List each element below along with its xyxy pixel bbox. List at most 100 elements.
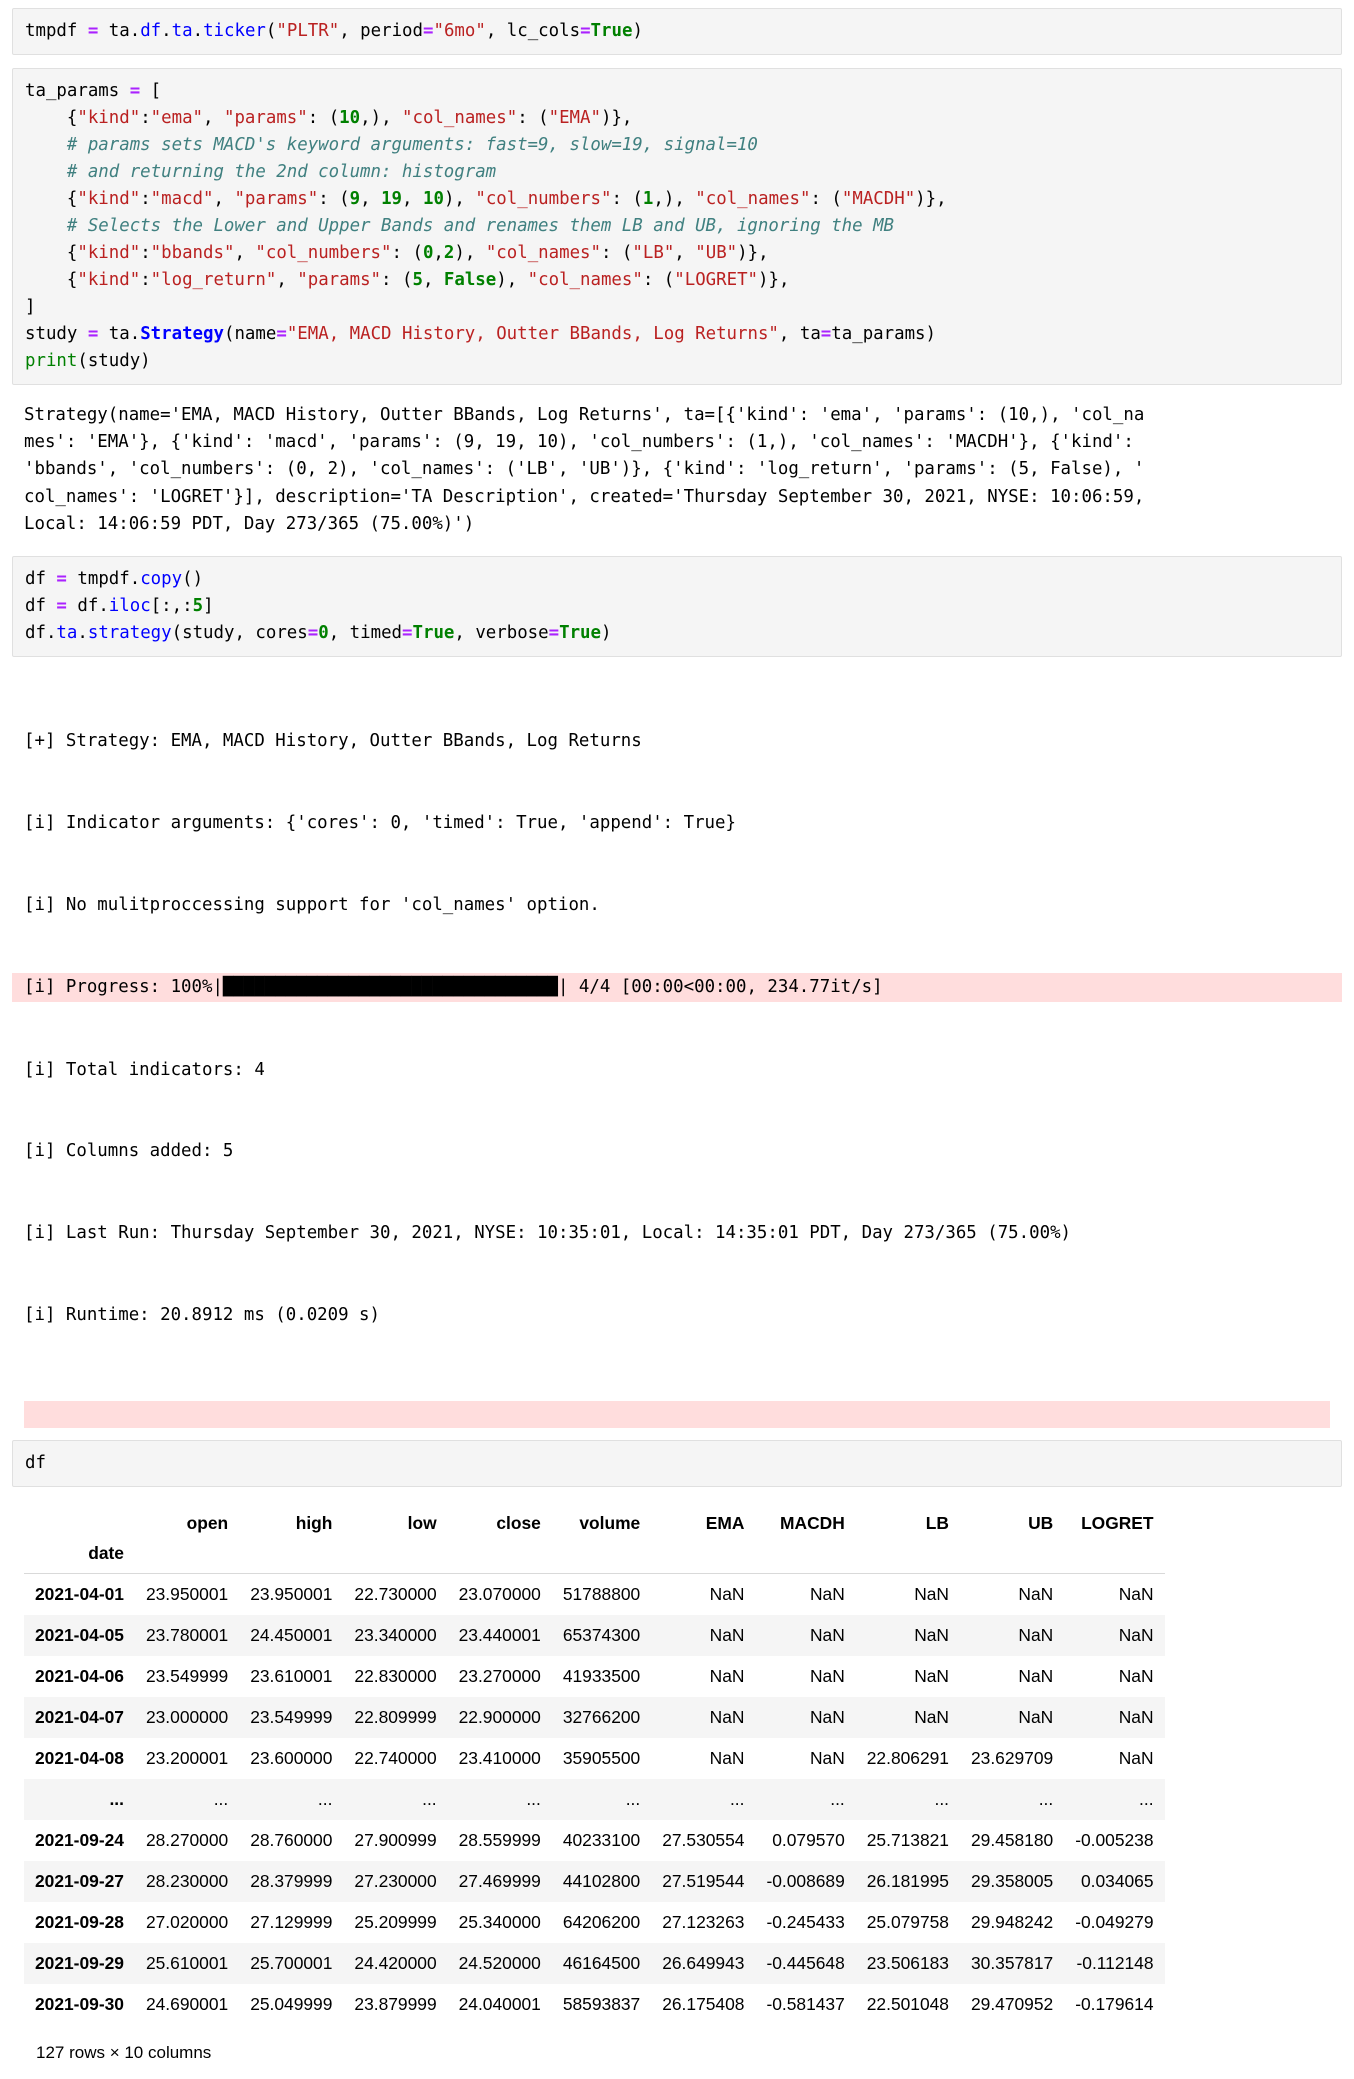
code-token: 0 xyxy=(422,243,434,263)
dataframe-cell: 23.070000 xyxy=(458,1584,541,1605)
code-token: ticker xyxy=(203,21,266,41)
code-token: df xyxy=(25,1453,46,1474)
dataframe-index-name-spacer xyxy=(134,1541,240,1575)
code-token: "LOGRET" xyxy=(674,270,759,290)
dataframe-cell: 27.469999 xyxy=(458,1871,541,1892)
dataframe-cell: 41933500 xyxy=(562,1666,641,1687)
code-token: , ta xyxy=(778,324,821,344)
code-cell-run-strategy[interactable]: df = tmpdf.copy() df = df.iloc[:,:5] df.ta… xyxy=(12,556,1342,658)
code-token: : ( xyxy=(611,189,643,209)
dataframe-cell: NaN xyxy=(1118,1666,1154,1687)
code-token: 9 xyxy=(349,189,361,209)
dataframe-cell: 29.458180 xyxy=(970,1830,1054,1851)
dataframe-table: open high low close volume EMA MACDH LB UB LOGRET… xyxy=(24,1506,1165,2026)
dataframe-cell: 23.440001 xyxy=(458,1625,541,1646)
code-token: ) xyxy=(632,21,643,41)
code-token: # and returning the 2nd column: histogra… xyxy=(25,162,497,182)
dataframe-cell: 40233100 xyxy=(562,1830,641,1851)
code-line: {"kind":"ema", "params": (10,), "col_nam… xyxy=(25,105,1329,132)
dataframe-cell: 28.760000 xyxy=(250,1830,333,1851)
dataframe-cell: -0.179614 xyxy=(1075,1994,1154,2015)
code-token: . xyxy=(161,21,172,41)
dataframe-cell: 25.079758 xyxy=(866,1912,949,1933)
code-token: )}, xyxy=(915,189,947,209)
dataframe-cell: 25.049999 xyxy=(250,1994,333,2015)
code-token: { xyxy=(25,189,78,209)
dataframe-cell: 28.230000 xyxy=(145,1871,229,1892)
dataframe-cell: 44102800 xyxy=(562,1871,641,1892)
dataframe-cell: 23.879999 xyxy=(354,1994,437,2015)
code-token: , xyxy=(203,108,224,128)
code-token: study xyxy=(25,324,88,344)
code-cell-show-df[interactable]: df xyxy=(12,1440,1342,1488)
code-line: {"kind":"bbands", "col_numbers": (0,2), … xyxy=(25,240,1329,267)
code-token: df. xyxy=(66,596,109,617)
output-line: mes': 'EMA'}, {'kind': 'macd', 'params':… xyxy=(24,432,1134,453)
dataframe-cell: NaN xyxy=(1118,1625,1154,1646)
output-line: col_names': 'LOGRET'}], description='TA … xyxy=(24,486,1145,507)
code-token: ,), xyxy=(653,189,696,209)
dataframe-column-header: close xyxy=(496,1513,541,1534)
code-token: "kind" xyxy=(77,243,141,263)
dataframe-cell: 22.830000 xyxy=(354,1666,437,1687)
dataframe-cell: 26.175408 xyxy=(662,1994,745,2015)
table-row: ................................. xyxy=(24,1779,1165,1821)
code-cell-strategy[interactable]: ta_params = [ {"kind":"ema", "params": (… xyxy=(12,68,1342,385)
dataframe-cell: NaN xyxy=(914,1584,949,1605)
code-token: 10 xyxy=(422,189,444,209)
dataframe-cell: NaN xyxy=(809,1666,845,1687)
code-token: df. xyxy=(25,623,57,644)
dataframe-column-header: UB xyxy=(1028,1513,1054,1534)
code-token: df xyxy=(25,569,57,590)
dataframe-cell: 23.610001 xyxy=(250,1666,333,1687)
code-token: , xyxy=(234,243,256,263)
dataframe-cell: 27.020000 xyxy=(145,1912,229,1933)
log-line-total-indicators: [i] Total indicators: 4 xyxy=(24,1059,265,1080)
code-token: : ( xyxy=(600,243,633,263)
code-token: 10 xyxy=(339,108,361,128)
dataframe-row-index: 2021-04-01 xyxy=(35,1584,124,1605)
dataframe-shape-label: 127 rows × 10 columns xyxy=(36,2043,212,2063)
dataframe-row-index: ... xyxy=(109,1789,124,1810)
code-token: () xyxy=(182,569,204,590)
code-line: df xyxy=(25,1450,1329,1477)
code-token: = xyxy=(129,81,141,101)
dataframe-cell: NaN xyxy=(1118,1748,1154,1769)
dataframe-column-header: EMA xyxy=(705,1513,745,1534)
progress-bar-line: [i] Progress: 100%|█████████████████████… xyxy=(12,973,1342,1003)
dataframe-cell: 23.340000 xyxy=(354,1625,437,1646)
dataframe-cell: 22.806291 xyxy=(866,1748,949,1769)
code-cell-ticker[interactable]: tmpdf = ta.df.ta.ticker("PLTR", period="… xyxy=(12,8,1342,55)
dataframe-output: open high low close volume EMA MACDH LB UB LOGRET… xyxy=(12,1500,1342,2079)
code-token: : xyxy=(140,108,151,128)
code-token: "macd" xyxy=(150,189,214,209)
dataframe-cell: -0.005238 xyxy=(1075,1830,1154,1851)
dataframe-cell: 35905500 xyxy=(562,1748,641,1769)
dataframe-cell: NaN xyxy=(709,1666,745,1687)
dataframe-row-index: 2021-04-07 xyxy=(35,1707,124,1728)
table-row: 2021-04-01 23.950001 23.950001 22.730000 23.… xyxy=(24,1573,1165,1616)
code-token: ta. xyxy=(98,324,141,344)
code-token: ] xyxy=(203,596,214,617)
code-token: copy xyxy=(140,569,183,590)
code-token: : ( xyxy=(517,108,549,128)
dataframe-cell: 51788800 xyxy=(562,1584,641,1605)
code-token: 2 xyxy=(443,243,455,263)
code-token: ta. xyxy=(98,21,141,41)
code-token: ta xyxy=(56,623,78,644)
dataframe-cell: -0.049279 xyxy=(1075,1912,1154,1933)
dataframe-cell: 27.129999 xyxy=(250,1912,333,1933)
dataframe-cell: 58593837 xyxy=(562,1994,641,2015)
code-token: (name xyxy=(223,324,277,344)
code-line: tmpdf = ta.df.ta.ticker("PLTR", period="… xyxy=(25,18,1329,45)
dataframe-cell: 29.470952 xyxy=(970,1994,1054,2015)
code-token: { xyxy=(25,243,78,263)
dataframe-cell: 23.780001 xyxy=(145,1625,229,1646)
code-token: # Selects the Lower and Upper Bands and … xyxy=(25,216,895,236)
dataframe-index-name: date xyxy=(24,1541,135,1575)
dataframe-cell: 28.559999 xyxy=(458,1830,541,1851)
dataframe-cell: 28.270000 xyxy=(145,1830,229,1851)
code-line: {"kind":"macd", "params": (9, 19, 10), "… xyxy=(25,186,1329,213)
dataframe-cell: NaN xyxy=(709,1748,745,1769)
code-token: , xyxy=(276,270,298,290)
